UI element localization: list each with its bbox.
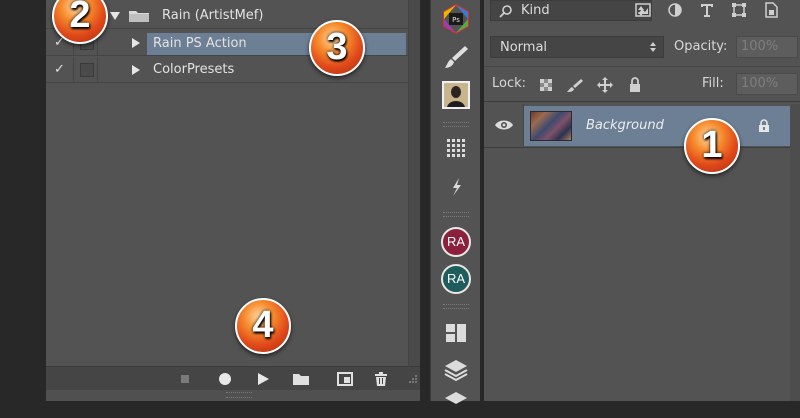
lock-all-icon[interactable] (626, 77, 644, 93)
new-action-icon[interactable] (336, 371, 354, 387)
strip-separator (443, 304, 469, 309)
grid-icon[interactable] (441, 134, 471, 164)
new-set-icon[interactable] (292, 371, 310, 387)
trash-icon[interactable] (372, 371, 390, 387)
fill-field[interactable]: 100% (736, 73, 798, 95)
panel-divider (420, 0, 430, 401)
ps-label: Ps (452, 16, 460, 24)
left-edge-strip (0, 0, 46, 401)
dialog-toggle-box (80, 63, 94, 77)
search-icon (499, 5, 512, 18)
more-panels-icon[interactable] (441, 388, 471, 418)
kind-filter-label: Kind (521, 3, 550, 18)
lightning-icon[interactable] (441, 172, 471, 202)
panel-grip-icon[interactable] (226, 392, 252, 398)
expand-down-icon[interactable] (110, 12, 120, 20)
callout-badge-1: 1 (684, 118, 740, 174)
action-set-label: Rain (ArtistMef) (162, 8, 264, 23)
visibility-toggle[interactable] (484, 104, 524, 148)
opacity-label: Opacity: (674, 39, 728, 54)
actions-panel: ✓ Rain (ArtistMef) ✓ Rain PS Action ✓ Co… (46, 0, 420, 401)
layer-lock-icon (759, 119, 769, 132)
stop-icon[interactable] (176, 371, 194, 387)
callout-badge-4: 4 (235, 298, 291, 354)
lock-position-icon[interactable] (596, 77, 614, 93)
eye-icon (495, 120, 513, 130)
action-label[interactable]: Rain PS Action (153, 31, 247, 56)
layers-stack-icon[interactable] (441, 355, 471, 385)
actions-bottom-edge (46, 390, 420, 401)
blend-mode-label: Normal (500, 40, 548, 55)
smart-object-filter-icon[interactable] (762, 2, 780, 18)
layer-filter-row: Kind (484, 0, 800, 26)
folder-icon (129, 11, 149, 22)
blend-mode-select[interactable]: Normal (490, 36, 664, 58)
image-filter-icon[interactable] (634, 2, 652, 18)
shape-filter-icon[interactable] (730, 2, 748, 18)
panels-icon[interactable] (441, 318, 471, 348)
layers-panel: Kind Normal Opacity: 100% Lock: Fill: 10… (484, 0, 800, 401)
lock-fill-row: Lock: Fill: 100% (484, 66, 800, 102)
layer-selected-highlight: Background (524, 106, 800, 146)
action-toggle-check[interactable]: ✓ (46, 57, 74, 82)
expand-right-icon[interactable] (132, 38, 140, 48)
record-icon[interactable] (216, 371, 234, 387)
adjustment-filter-icon[interactable] (666, 2, 684, 18)
ra-teal-label: RA (441, 264, 471, 294)
lock-label: Lock: (492, 76, 527, 91)
layer-row-background[interactable]: Background (484, 104, 800, 148)
ra-badge-teal[interactable]: RA (441, 264, 471, 294)
kind-filter-select[interactable]: Kind (490, 0, 652, 21)
strip-separator (443, 122, 469, 127)
select-arrows-icon (650, 42, 656, 52)
brush-icon[interactable] (441, 42, 471, 72)
type-filter-icon[interactable] (698, 2, 716, 18)
actions-footer (46, 366, 420, 390)
callout-badge-3: 3 (309, 20, 365, 76)
layer-thumbnail (530, 111, 572, 141)
dialog-toggle[interactable] (74, 57, 98, 82)
lock-transparent-icon[interactable] (538, 77, 556, 93)
ra-red-label: RA (441, 227, 471, 257)
actions-scrollbar[interactable] (408, 0, 420, 366)
lock-image-icon[interactable] (566, 77, 584, 93)
layer-name[interactable]: Background (586, 106, 664, 146)
panel-icon-strip: Ps RA RA (430, 0, 480, 404)
action-label: ColorPresets (153, 62, 235, 77)
resize-grip-icon[interactable] (408, 373, 418, 385)
strip-separator (443, 212, 469, 217)
person-icon[interactable] (441, 80, 471, 110)
ps-cc-icon[interactable]: Ps (441, 4, 471, 34)
layers-scrollbar[interactable] (790, 104, 800, 401)
fill-label: Fill: (702, 76, 724, 91)
blend-opacity-row: Normal Opacity: 100% (484, 34, 800, 62)
expand-right-icon[interactable] (132, 65, 140, 75)
play-icon[interactable] (254, 371, 272, 387)
ra-badge-red[interactable]: RA (441, 227, 471, 257)
opacity-field[interactable]: 100% (736, 36, 798, 58)
